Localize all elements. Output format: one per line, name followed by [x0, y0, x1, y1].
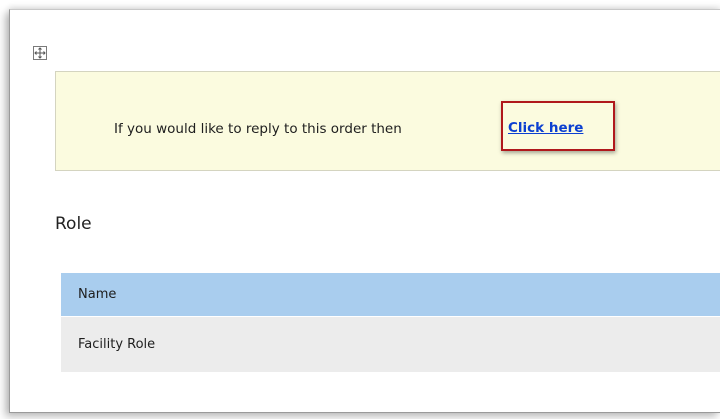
page: If you would like to reply to this order…: [0, 0, 720, 419]
click-here-link[interactable]: Click here: [508, 120, 583, 136]
table-row: Facility Role: [61, 316, 720, 372]
move-arrows-icon: [34, 47, 46, 59]
table-cell-name: Facility Role: [78, 337, 156, 352]
table-header-name: Name: [61, 273, 720, 316]
role-heading: Role: [55, 214, 92, 234]
reply-notice-banner: If you would like to reply to this order…: [55, 71, 720, 171]
role-table: Name Facility Role: [61, 273, 720, 372]
table-move-handle-icon[interactable]: [33, 46, 47, 60]
reply-notice-text: If you would like to reply to this order…: [114, 121, 402, 137]
